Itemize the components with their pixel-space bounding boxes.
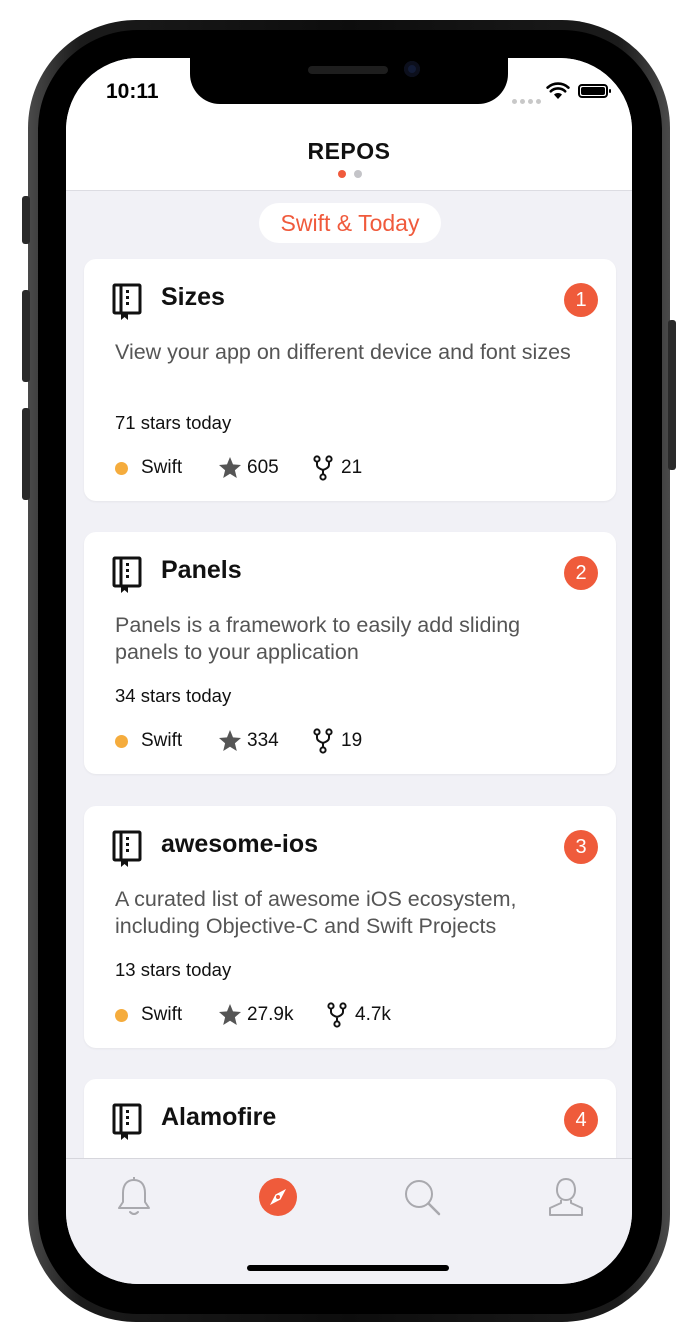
speaker-grille <box>308 66 388 74</box>
star-icon <box>219 457 241 478</box>
star-count: 334 <box>247 730 279 751</box>
repo-card[interactable]: Alamofire 4 <box>84 1079 616 1158</box>
compass-icon <box>259 1178 297 1216</box>
stars-today: 34 stars today <box>115 685 232 706</box>
bell-icon <box>118 1177 150 1215</box>
language-label: Swift <box>141 457 183 478</box>
tab-explore[interactable] <box>256 1175 300 1219</box>
page-dot-active <box>338 170 346 178</box>
repo-description: A curated list of awesome iOS ecosystem,… <box>115 887 517 938</box>
language-color-dot <box>115 462 128 475</box>
repo-name: awesome-ios <box>161 830 319 858</box>
rank-badge: 1 <box>564 283 598 317</box>
status-time: 10:11 <box>106 80 159 103</box>
fork-count: 21 <box>341 457 363 478</box>
page-indicator[interactable] <box>336 170 366 180</box>
star-count: 605 <box>247 457 279 478</box>
tab-notifications[interactable] <box>112 1175 156 1219</box>
home-indicator[interactable] <box>247 1265 449 1271</box>
stars-today: 13 stars today <box>115 959 232 980</box>
language-color-dot <box>115 1009 128 1022</box>
search-icon <box>405 1180 441 1216</box>
fork-icon <box>313 728 333 754</box>
repo-name: Sizes <box>161 283 225 311</box>
language-color-dot <box>115 735 128 748</box>
screen: 10:11 REPOS Swift & Today Sizes 1 View y… <box>66 58 632 1284</box>
rank-badge: 2 <box>564 556 598 590</box>
tab-profile[interactable] <box>544 1175 588 1219</box>
repo-card[interactable]: awesome-ios 3 A curated list of awesome … <box>84 806 616 1048</box>
fork-count: 4.7k <box>355 1004 391 1025</box>
page-title: REPOS <box>307 138 391 164</box>
repo-description: Panels is a framework to easily add slid… <box>115 613 521 664</box>
fork-icon <box>313 455 333 481</box>
rank-badge: 4 <box>564 1103 598 1137</box>
rank-badge: 3 <box>564 830 598 864</box>
tab-search[interactable] <box>400 1175 444 1219</box>
repo-book-icon <box>112 283 142 320</box>
repo-book-icon <box>112 1103 142 1140</box>
repo-card[interactable]: Sizes 1 View your app on different devic… <box>84 259 616 501</box>
repo-name: Panels <box>161 556 242 584</box>
profile-icon <box>549 1177 583 1216</box>
repo-name: Alamofire <box>161 1103 277 1131</box>
battery-icon <box>578 84 611 98</box>
fork-icon <box>327 1002 347 1028</box>
wifi-icon <box>546 82 570 99</box>
repo-card[interactable]: Panels 2 Panels is a framework to easily… <box>84 532 616 774</box>
language-label: Swift <box>141 730 183 751</box>
notch <box>190 58 508 104</box>
repo-book-icon <box>112 830 142 867</box>
repo-list[interactable]: Swift & Today Sizes 1 View your app on d… <box>66 191 632 1158</box>
front-camera <box>404 61 420 77</box>
nav-header: REPOS <box>66 128 632 191</box>
power-button <box>668 320 676 470</box>
mute-switch <box>22 196 30 244</box>
repo-description: View your app on different device and fo… <box>115 340 571 364</box>
language-label: Swift <box>141 1004 183 1025</box>
stars-today: 71 stars today <box>115 412 232 433</box>
volume-up-button <box>22 290 30 382</box>
star-count: 27.9k <box>247 1004 294 1025</box>
volume-down-button <box>22 408 30 500</box>
fork-count: 19 <box>341 730 363 751</box>
star-icon <box>219 730 241 751</box>
cellular-signal-icon <box>512 98 544 104</box>
repo-book-icon <box>112 556 142 593</box>
star-icon <box>219 1004 241 1025</box>
page-dot <box>354 170 362 178</box>
section-header: Swift & Today <box>259 203 441 243</box>
